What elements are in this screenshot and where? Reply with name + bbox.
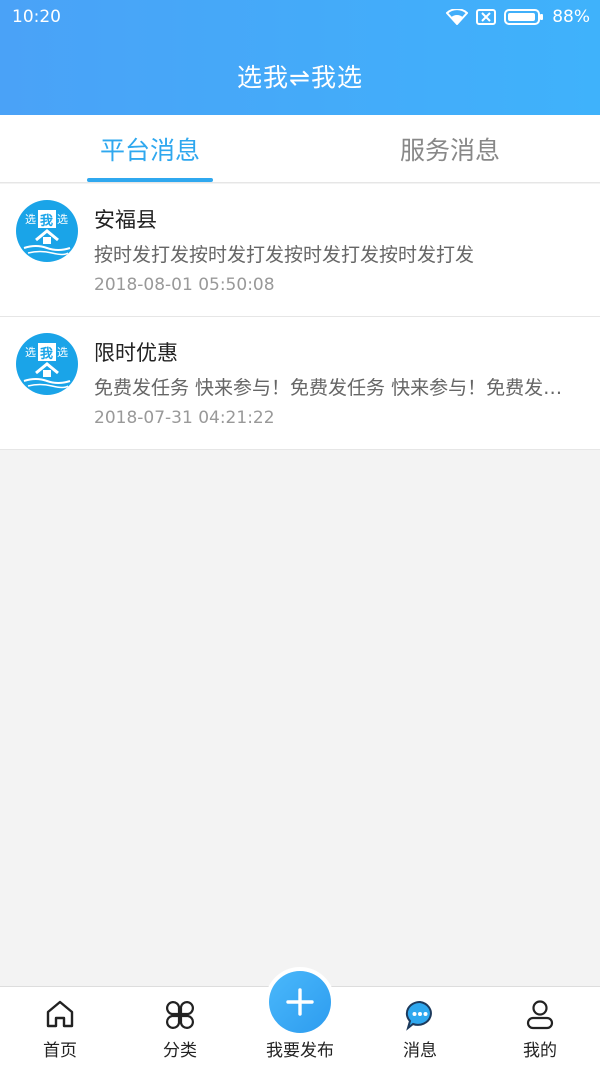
message-list: 选 我 选 安福县 按时发打发按时发打发按时发打发按时发打发 2018-08-0… [0,184,600,450]
svg-text:选: 选 [25,346,36,359]
message-icon [404,999,436,1036]
nav-profile-label: 我的 [523,1041,557,1061]
page-title: 选我⇌我选 [237,63,363,92]
list-item[interactable]: 选 我 选 安福县 按时发打发按时发打发按时发打发按时发打发 2018-08-0… [0,184,600,317]
app-header: 10:20 88% 选我⇌我选 [0,0,600,115]
nav-messages[interactable]: 消息 [360,987,480,1067]
nav-publish-label: 我要发布 [266,1041,334,1061]
nav-home-label: 首页 [43,1041,77,1061]
tab-platform-messages[interactable]: 平台消息 [0,115,300,182]
wifi-icon [446,9,469,25]
nav-publish[interactable]: 我要发布 [240,971,360,1067]
svg-text:我: 我 [40,346,53,362]
battery-percent: 88% [552,7,590,27]
nav-messages-label: 消息 [403,1041,437,1061]
nav-profile[interactable]: 我的 [480,987,600,1067]
home-icon [44,999,76,1034]
svg-text:选: 选 [57,213,68,226]
plus-icon [286,988,314,1016]
user-icon [524,999,556,1036]
battery-icon [504,8,544,26]
message-tabs: 平台消息 服务消息 [0,115,600,183]
sim-off-icon [476,9,497,25]
list-item[interactable]: 选 我 选 限时优惠 免费发任务 快来参与！免费发任务 快来参与！免费发任务 快… [0,317,600,450]
message-timestamp: 2018-07-31 04:21:22 [94,408,275,428]
svg-text:我: 我 [40,213,53,229]
status-bar: 10:20 88% [0,0,600,34]
svg-text:选: 选 [25,213,36,226]
message-preview: 免费发任务 快来参与！免费发任务 快来参与！免费发任务 快来参与！ [94,377,564,399]
status-time: 10:20 [12,7,61,27]
nav-category[interactable]: 分类 [120,987,240,1067]
message-title: 限时优惠 [94,341,178,365]
message-timestamp: 2018-08-01 05:50:08 [94,275,275,295]
bottom-navigation: 首页 分类 我要发布 消息 我的 [0,971,600,1067]
avatar: 选 我 选 [16,200,78,262]
avatar: 选 我 选 [16,333,78,395]
nav-home[interactable]: 首页 [0,987,120,1067]
message-preview: 按时发打发按时发打发按时发打发按时发打发 [94,244,475,266]
category-icon [164,999,196,1036]
publish-button[interactable] [269,971,331,1033]
nav-category-label: 分类 [163,1041,197,1061]
svg-text:选: 选 [57,346,68,359]
message-title: 安福县 [94,208,157,232]
tab-service-messages[interactable]: 服务消息 [300,115,600,182]
